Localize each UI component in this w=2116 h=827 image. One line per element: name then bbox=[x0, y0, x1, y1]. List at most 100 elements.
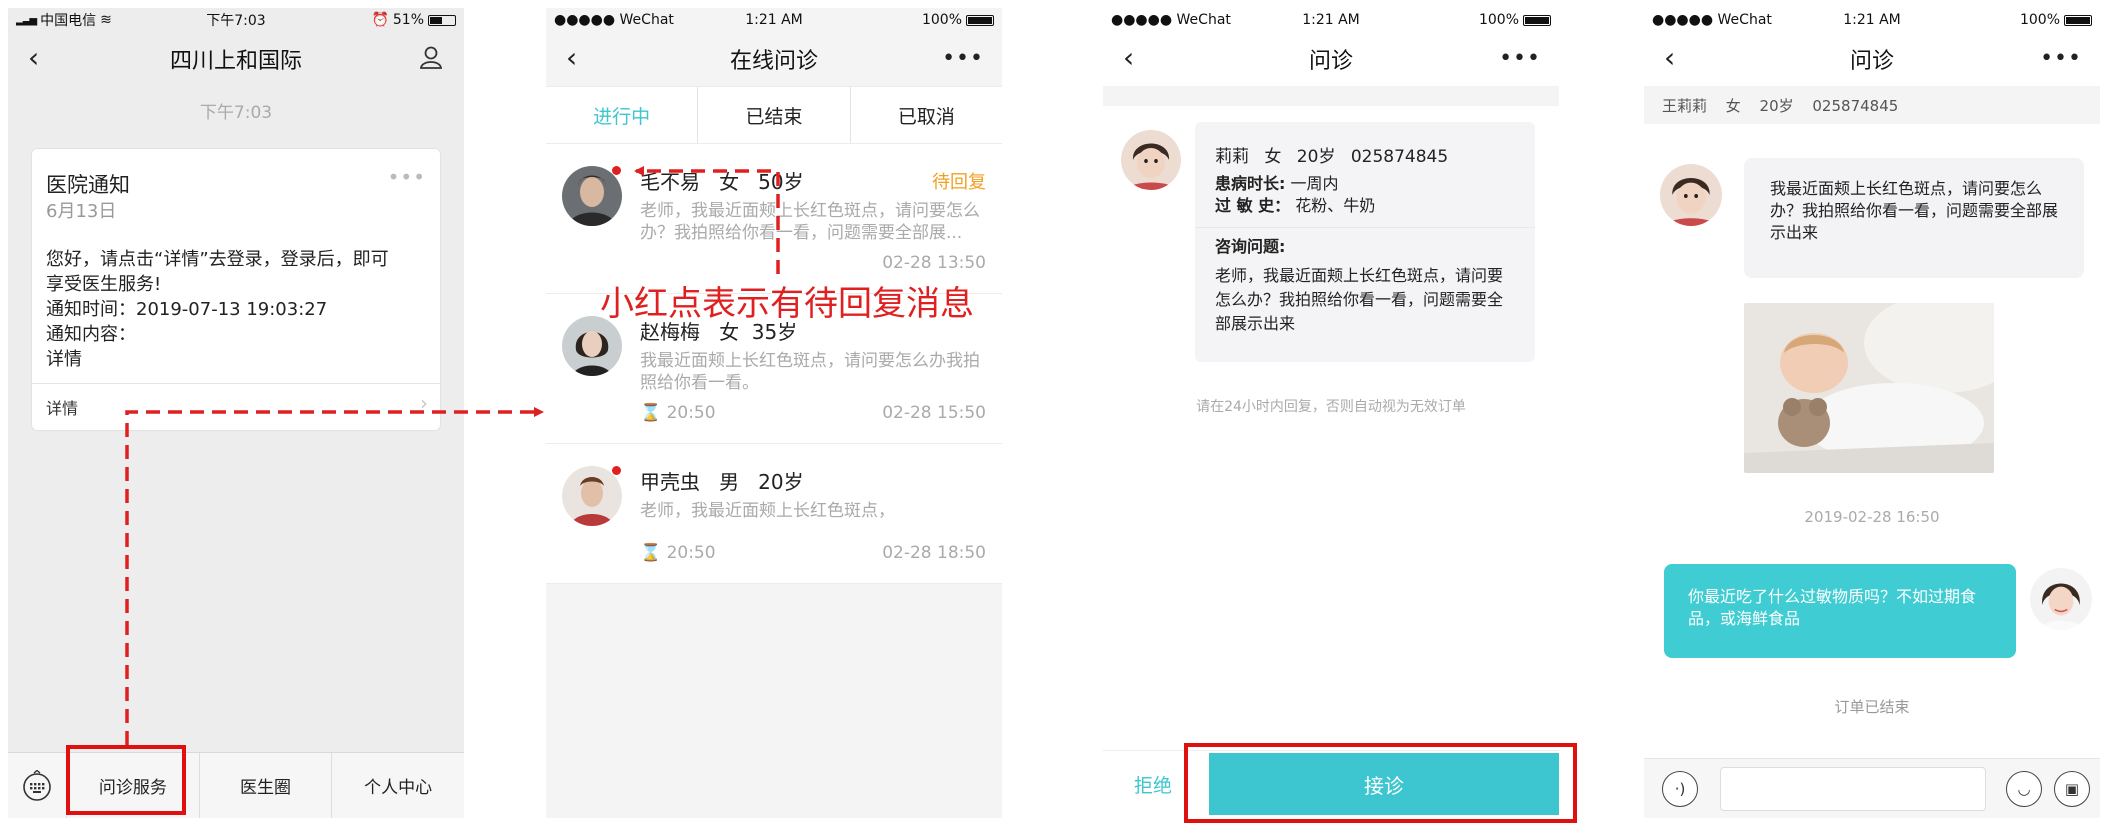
voice-icon[interactable]: ·) bbox=[1662, 771, 1698, 807]
divider bbox=[32, 383, 440, 384]
incoming-message: 我最近面颊上长红色斑点，请问要怎么办？我拍照给你看一看，问题需要全部展示出来 bbox=[1744, 158, 2084, 278]
question-text: 老师，我最近面颊上长红色斑点，请问要怎么办？我拍照给你看一看，问题需要全部展示出… bbox=[1215, 266, 1504, 333]
message-input[interactable] bbox=[1720, 767, 1986, 811]
highlight-box-consult-service bbox=[66, 745, 186, 815]
message-preview: 老师，我最近面颊上长红色斑点， bbox=[640, 501, 895, 521]
outgoing-message: 你最近吃了什么过敏物质吗？不如过期食品，或海鲜食品 bbox=[1664, 564, 2016, 658]
allergy-row: 过 敏 史： 花粉、牛奶 bbox=[1215, 196, 1376, 215]
page-title: 在线问诊 bbox=[729, 49, 818, 74]
patient-info: 莉莉 女 20岁 025874845 bbox=[1215, 147, 1449, 167]
more-icon[interactable]: ••• bbox=[388, 165, 426, 189]
reply-hint: 请在24小时内回复，否则自动视为无效订单 bbox=[1196, 399, 1466, 415]
message-timestamp: 2019-02-28 16:50 bbox=[1804, 508, 1940, 526]
countdown-timer: ⌛ 20:50 bbox=[640, 403, 716, 423]
wifi-icon: ≋ bbox=[100, 12, 112, 28]
back-icon[interactable]: ‹ bbox=[1664, 44, 1675, 72]
phone-online-consult: ●●●●● WeChat 1:21 AM 100% ‹ 在线问诊 ••• 进行中… bbox=[546, 8, 1002, 818]
battery-icon bbox=[966, 14, 994, 26]
doctor-avatar bbox=[2030, 568, 2092, 630]
item-date: 02-28 13:50 bbox=[882, 253, 986, 273]
nav-bar: ‹ 四川上和国际 bbox=[8, 32, 464, 86]
avatar bbox=[562, 166, 622, 226]
more-icon[interactable]: ••• bbox=[2040, 46, 2082, 71]
menu-doctor-circle[interactable]: 医生圈 bbox=[198, 752, 332, 818]
tab-cancelled[interactable]: 已取消 bbox=[849, 87, 1002, 143]
battery-icon bbox=[2064, 14, 2092, 26]
chevron-right-icon: › bbox=[420, 391, 428, 415]
message-preview: 老师，我最近面颊上长红色斑点，请问要怎么办？我拍照给你看一看，问题需要全部展..… bbox=[640, 201, 980, 243]
alarm-icon: ⏰ bbox=[371, 12, 389, 28]
tab-finished[interactable]: 已结束 bbox=[697, 87, 849, 143]
divider bbox=[1195, 227, 1535, 228]
keyboard-toggle[interactable] bbox=[8, 753, 66, 819]
patient-summary: 毛不易 女 50岁 bbox=[640, 170, 804, 194]
status-bar: ●●●●● WeChat 1:21 AM 100% bbox=[1103, 8, 1559, 32]
phone-consult-request: ●●●●● WeChat 1:21 AM 100% ‹ 问诊 ••• 莉莉 女 … bbox=[1103, 8, 1559, 818]
notice-date: 6月13日 bbox=[46, 201, 117, 222]
carrier: ●●●●● WeChat bbox=[554, 12, 674, 28]
profile-icon[interactable] bbox=[418, 44, 444, 76]
avatar bbox=[562, 316, 622, 376]
menu-personal-center[interactable]: 个人中心 bbox=[331, 752, 464, 818]
notice-body: 您好，请点击“详情”去登录，登录后，即可 享受医生服务! 通知时间：2019-0… bbox=[46, 249, 389, 370]
order-ended-notice: 订单已结束 bbox=[1834, 698, 1910, 716]
notice-card[interactable]: 医院通知 6月13日 ••• 您好，请点击“详情”去登录，登录后，即可 享受医生… bbox=[31, 148, 441, 431]
signal-icon: ▂▃▅ bbox=[16, 14, 37, 26]
back-icon[interactable]: ‹ bbox=[28, 44, 39, 72]
tab-in-progress[interactable]: 进行中 bbox=[546, 87, 697, 143]
details-link[interactable]: 详情 bbox=[46, 395, 78, 419]
annotation-text: 小红点表示有待回复消息 bbox=[600, 284, 974, 324]
back-icon[interactable]: ‹ bbox=[1123, 44, 1134, 72]
avatar bbox=[562, 466, 622, 526]
question-label: 咨询问题: bbox=[1215, 237, 1286, 256]
page-title: 问诊 bbox=[1849, 49, 1894, 74]
emoji-icon[interactable]: ◡ bbox=[2006, 771, 2042, 807]
carrier: 中国电信 bbox=[40, 13, 97, 29]
list-item[interactable]: 毛不易 女 50岁 待回复 老师，我最近面颊上长红色斑点，请问要怎么办？我拍照给… bbox=[546, 144, 1002, 294]
message-time: 下午7:03 bbox=[199, 103, 273, 123]
attached-photo[interactable] bbox=[1744, 303, 1994, 473]
status-bar: ●●●●● WeChat 1:21 AM 100% bbox=[1644, 8, 2100, 32]
input-bar: ·) ◡ ▣ bbox=[1644, 758, 2100, 818]
status-bar: ▂▃▅ 中国电信 ≋ 下午7:03 ⏰ 51% bbox=[8, 8, 464, 32]
carrier: ●●●●● WeChat bbox=[1652, 12, 1772, 28]
unread-dot bbox=[612, 166, 621, 175]
patient-card: 莉莉 女 20岁 025874845 患病时长: 一周内 过 敏 史： 花粉、牛… bbox=[1195, 122, 1535, 362]
nav-bar: ‹ 问诊 ••• bbox=[1103, 32, 1559, 86]
item-date: 02-28 15:50 bbox=[882, 403, 986, 423]
list-item[interactable]: 甲壳虫 男 20岁 老师，我最近面颊上长红色斑点， ⌛ 20:50 02-28 … bbox=[546, 444, 1002, 584]
phone-official-account: ▂▃▅ 中国电信 ≋ 下午7:03 ⏰ 51% ‹ 四川上和国际 下午7:03 … bbox=[8, 8, 464, 818]
consult-list: 毛不易 女 50岁 待回复 老师，我最近面颊上长红色斑点，请问要怎么办？我拍照给… bbox=[546, 144, 1002, 584]
patient-avatar bbox=[1660, 164, 1722, 226]
keyboard-icon bbox=[23, 769, 51, 801]
page-title: 四川上和国际 bbox=[169, 49, 302, 74]
carrier: ●●●●● WeChat bbox=[1111, 12, 1231, 28]
status-badge: 待回复 bbox=[932, 172, 986, 193]
countdown-timer: ⌛ 20:50 bbox=[640, 543, 716, 563]
message-preview: 我最近面颊上长红色斑点，请问要怎么办我拍照给你看一看。 bbox=[640, 351, 980, 393]
nav-bar: ‹ 在线问诊 ••• bbox=[546, 32, 1002, 86]
divider bbox=[1103, 86, 1559, 106]
unread-dot bbox=[612, 466, 621, 475]
back-icon[interactable]: ‹ bbox=[566, 44, 577, 72]
highlight-box-accept bbox=[1184, 743, 1577, 823]
more-icon[interactable]: ••• bbox=[942, 46, 984, 71]
page-title: 问诊 bbox=[1308, 49, 1353, 74]
item-date: 02-28 18:50 bbox=[882, 543, 986, 563]
image-icon[interactable]: ▣ bbox=[2054, 771, 2090, 807]
patient-summary: 甲壳虫 男 20岁 bbox=[640, 470, 804, 494]
nav-bar: ‹ 问诊 ••• bbox=[1644, 32, 2100, 86]
status-bar: ●●●●● WeChat 1:21 AM 100% bbox=[546, 8, 1002, 32]
battery-percent: 51% bbox=[392, 12, 424, 28]
duration-row: 患病时长: 一周内 bbox=[1215, 174, 1339, 193]
phone-consult-chat: ●●●●● WeChat 1:21 AM 100% ‹ 问诊 ••• 王莉莉 女… bbox=[1644, 8, 2100, 818]
avatar bbox=[1121, 130, 1181, 190]
more-icon[interactable]: ••• bbox=[1499, 46, 1541, 71]
battery-icon bbox=[428, 14, 456, 26]
battery-percent: 100% bbox=[2019, 12, 2060, 28]
notice-title: 医院通知 bbox=[46, 173, 130, 197]
battery-percent: 100% bbox=[921, 12, 962, 28]
patient-info: 王莉莉 女 20岁 025874845 bbox=[1644, 86, 2100, 124]
status-tabs: 进行中 已结束 已取消 bbox=[546, 86, 1002, 144]
battery-percent: 100% bbox=[1478, 12, 1519, 28]
